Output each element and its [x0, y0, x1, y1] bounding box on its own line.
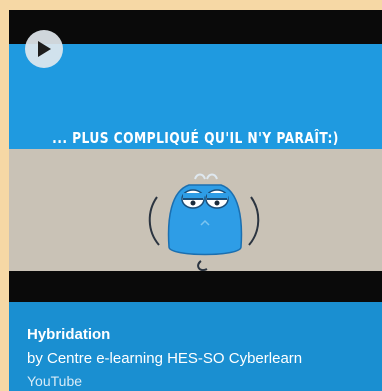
video-author: by Centre e-learning HES-SO Cyberlearn — [27, 350, 303, 367]
blob-character-illustration — [148, 173, 260, 271]
video-title[interactable]: Hybridation — [27, 326, 110, 343]
play-icon — [38, 41, 51, 57]
video-source: YouTube — [27, 373, 83, 389]
video-frame: ... PLUS COMPLIQUÉ QU'IL N'Y PARAÎT:) — [9, 44, 382, 271]
video-info: Hybridation by Centre e-learning HES-SO … — [9, 302, 382, 391]
thumbnail-caption: ... PLUS COMPLIQUÉ QU'IL N'Y PARAÎT:) — [52, 129, 339, 147]
video-card[interactable]: ... PLUS COMPLIQUÉ QU'IL N'Y PARAÎT:) Hy… — [9, 10, 382, 391]
play-button[interactable] — [25, 30, 63, 68]
page: ... PLUS COMPLIQUÉ QU'IL N'Y PARAÎT:) Hy… — [0, 0, 382, 391]
video-thumbnail[interactable]: ... PLUS COMPLIQUÉ QU'IL N'Y PARAÎT:) — [9, 10, 382, 302]
